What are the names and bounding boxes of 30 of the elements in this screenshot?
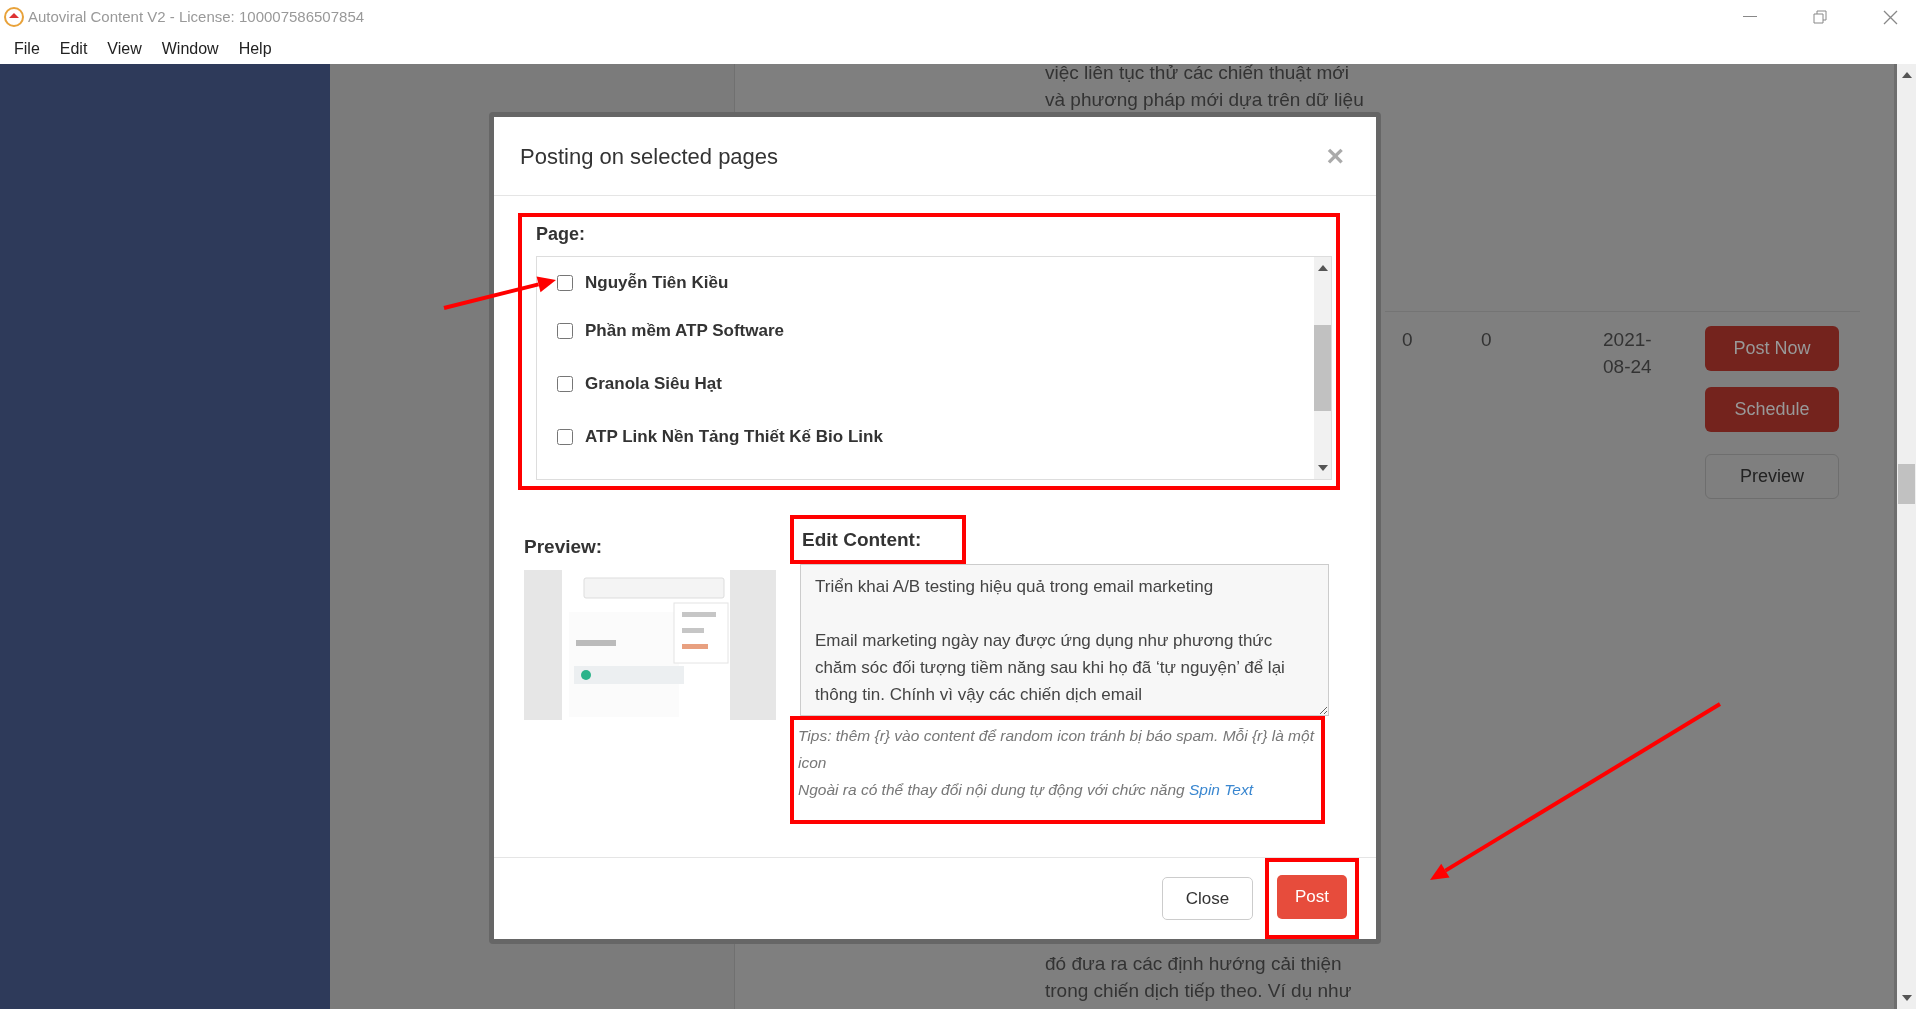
menu-item[interactable]: Window [151, 37, 229, 61]
table-cell-text: 2021-08-24 [1603, 328, 1653, 379]
close-button[interactable]: Close [1162, 877, 1253, 920]
table-cell-text: 0 [1481, 328, 1492, 352]
table-cell-text: 0 [1402, 328, 1413, 352]
checkbox-label[interactable]: Nguyễn Tiên Kiều [585, 270, 729, 296]
menu-item[interactable]: File [4, 37, 50, 61]
tips-text: Tips: thêm {r} vào content để random icon tránh bị báo spam. Mỗi {r} là một icon [798, 726, 1316, 774]
field-label: Edit Content: [802, 527, 922, 552]
menu-item[interactable]: View [97, 37, 152, 61]
dialog-title: Posting on selected pages [520, 142, 779, 171]
preview-button[interactable]: Preview [1705, 454, 1839, 499]
menu-item[interactable]: Edit [49, 37, 98, 61]
content-textarea[interactable]: Triển khai A/B testing hiệu quả trong email marketing Email marketing ngày nay được ứng dụng như phương thức chăm sóc đối tượng tiềm năng sau khi họ đã ‘tự nguyện’ để lại thông tin. Chính vì vậy các chiến dịch email [800, 564, 1329, 717]
text-line: việc liên tục thử các chiến thuật mới [1045, 61, 1350, 85]
menu-item[interactable]: Help [228, 37, 282, 61]
checkbox-label[interactable]: ATP Link Nền Tảng Thiết Kế Bio Link [585, 424, 883, 450]
checkbox-label[interactable]: Granola Siêu Hạt [585, 371, 722, 397]
post-now-button[interactable]: Post Now [1705, 326, 1839, 371]
field-label: Preview: [524, 535, 604, 560]
schedule-button[interactable]: Schedule [1705, 387, 1839, 432]
checkbox-label[interactable]: Phần mềm ATP Software [585, 318, 784, 344]
text-line: đó đưa ra các định hướng cải thiện [1045, 952, 1343, 976]
spin-text-link[interactable]: Spin Text [1188, 781, 1253, 799]
window-title: Autoviral Content V2 - License: 100007586507854 [28, 6, 365, 27]
text-line: và phương pháp mới dựa trên dữ liệu [1045, 88, 1365, 112]
tips-text: Ngoài ra có thể thay đổi nội dung tự động với chức năng Spin Text [798, 780, 1255, 801]
field-label: Page: [536, 223, 587, 247]
text-line: trong chiến dịch tiếp theo. Ví dụ như [1045, 979, 1353, 1003]
post-button[interactable]: Post [1277, 875, 1347, 919]
